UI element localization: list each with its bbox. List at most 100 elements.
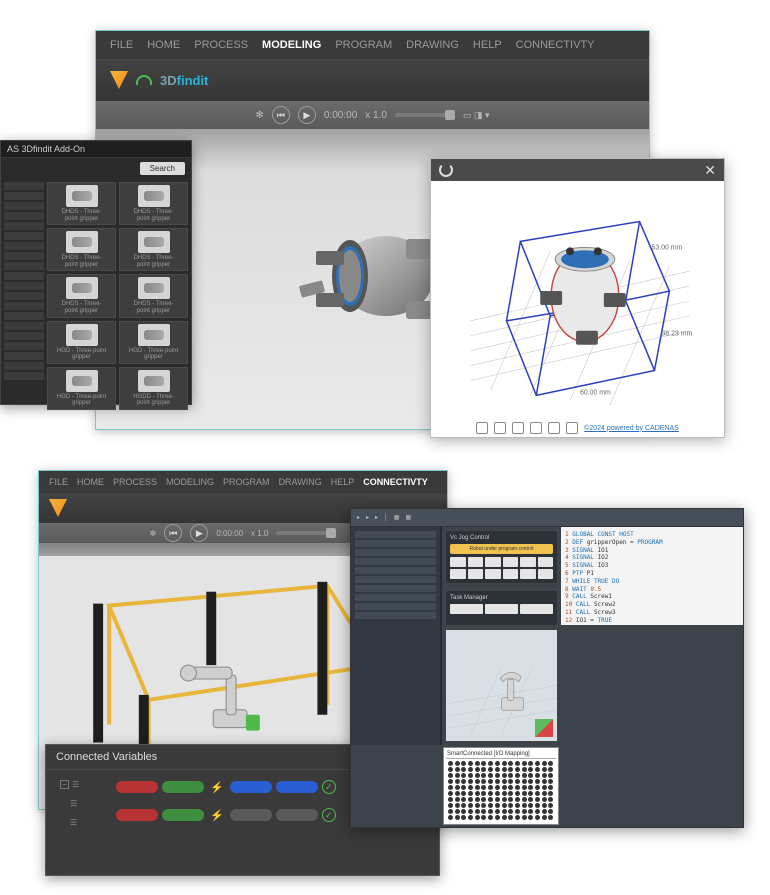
io-bit[interactable] bbox=[502, 779, 507, 784]
menu-help[interactable]: HELP bbox=[473, 39, 502, 51]
io-bit[interactable] bbox=[488, 815, 493, 820]
io-bit[interactable] bbox=[528, 773, 533, 778]
io-bit[interactable] bbox=[455, 815, 460, 820]
io-bit[interactable] bbox=[495, 767, 500, 772]
menu-file[interactable]: FILE bbox=[110, 39, 133, 51]
io-bit[interactable] bbox=[461, 767, 466, 772]
io-bit[interactable] bbox=[481, 803, 486, 808]
io-bit[interactable] bbox=[548, 761, 553, 766]
io-bit[interactable] bbox=[535, 767, 540, 772]
cadenas-credit[interactable]: ©2024 powered by CADENAS bbox=[584, 425, 679, 432]
refresh-icon[interactable] bbox=[439, 163, 453, 177]
io-bit[interactable] bbox=[468, 815, 473, 820]
io-bit[interactable] bbox=[542, 803, 547, 808]
timeline-slider[interactable] bbox=[395, 113, 455, 117]
io-bit[interactable] bbox=[508, 773, 513, 778]
io-bit[interactable] bbox=[548, 797, 553, 802]
addon-item[interactable]: HGD - Three-pointgripper bbox=[47, 321, 116, 364]
io-bit[interactable] bbox=[468, 809, 473, 814]
menu-modeling[interactable]: MODELING bbox=[166, 477, 214, 487]
io-bit[interactable] bbox=[481, 767, 486, 772]
gripper-3d-render[interactable] bbox=[276, 221, 456, 341]
menu-file[interactable]: FILE bbox=[49, 477, 68, 487]
menu-home[interactable]: HOME bbox=[147, 39, 180, 51]
view-icons[interactable]: ▭ ◨ ▾ bbox=[463, 110, 490, 121]
io-bit[interactable] bbox=[502, 791, 507, 796]
ide-explorer[interactable] bbox=[351, 527, 441, 745]
close-icon[interactable]: ✕ bbox=[704, 162, 716, 179]
rewind-icon[interactable]: ⏮ bbox=[164, 524, 182, 542]
io-bit[interactable] bbox=[475, 797, 480, 802]
variable-pill[interactable] bbox=[116, 781, 158, 793]
jog-button[interactable] bbox=[520, 569, 536, 579]
io-bit[interactable] bbox=[475, 761, 480, 766]
io-bit[interactable] bbox=[455, 785, 460, 790]
io-bit[interactable] bbox=[468, 785, 473, 790]
io-bit[interactable] bbox=[522, 809, 527, 814]
io-bit[interactable] bbox=[461, 761, 466, 766]
jog-button[interactable] bbox=[450, 557, 466, 567]
rewind-icon[interactable]: ⏮ bbox=[272, 106, 290, 124]
variable-pill[interactable] bbox=[276, 809, 318, 821]
io-bit[interactable] bbox=[481, 797, 486, 802]
io-bit[interactable] bbox=[448, 797, 453, 802]
io-bit[interactable] bbox=[535, 773, 540, 778]
io-bit[interactable] bbox=[535, 785, 540, 790]
addon-item[interactable]: HGD - Three-pointgripper bbox=[47, 367, 116, 410]
cad-tool-icon[interactable] bbox=[548, 422, 560, 434]
io-bit[interactable] bbox=[515, 815, 520, 820]
io-bit[interactable] bbox=[468, 761, 473, 766]
io-bit[interactable] bbox=[488, 803, 493, 808]
axis-cube-icon[interactable] bbox=[535, 719, 553, 737]
io-bit[interactable] bbox=[481, 773, 486, 778]
io-bit[interactable] bbox=[502, 815, 507, 820]
play-icon[interactable]: ▶ bbox=[298, 106, 316, 124]
io-bit[interactable] bbox=[455, 761, 460, 766]
io-bit[interactable] bbox=[502, 761, 507, 766]
io-bit[interactable] bbox=[455, 767, 460, 772]
io-bit[interactable] bbox=[508, 779, 513, 784]
io-bit[interactable] bbox=[522, 767, 527, 772]
cad-tool-icon[interactable] bbox=[566, 422, 578, 434]
io-bit[interactable] bbox=[468, 803, 473, 808]
io-bit[interactable] bbox=[448, 791, 453, 796]
io-bit[interactable] bbox=[468, 779, 473, 784]
io-bit[interactable] bbox=[515, 779, 520, 784]
menu-modeling[interactable]: MODELING bbox=[262, 39, 321, 51]
io-bit[interactable] bbox=[448, 761, 453, 766]
task-button[interactable] bbox=[485, 604, 518, 614]
io-bit[interactable] bbox=[508, 815, 513, 820]
io-bit[interactable] bbox=[461, 815, 466, 820]
io-bit[interactable] bbox=[542, 761, 547, 766]
io-bit[interactable] bbox=[468, 791, 473, 796]
menu-program[interactable]: PROGRAM bbox=[335, 39, 392, 51]
jog-button[interactable] bbox=[468, 569, 484, 579]
io-bit[interactable] bbox=[522, 779, 527, 784]
io-bit[interactable] bbox=[495, 761, 500, 766]
jog-button[interactable] bbox=[468, 557, 484, 567]
io-mapping-panel[interactable]: SmartConnected [I/O Mapping] bbox=[443, 747, 559, 825]
variable-pill[interactable] bbox=[162, 781, 204, 793]
addon-item[interactable]: DHDS - Three-point gripper bbox=[119, 274, 188, 317]
io-bit[interactable] bbox=[515, 797, 520, 802]
io-bit[interactable] bbox=[522, 815, 527, 820]
gear-icon[interactable]: ✻ bbox=[256, 110, 264, 121]
io-bit[interactable] bbox=[542, 791, 547, 796]
io-bit[interactable] bbox=[508, 809, 513, 814]
io-bit[interactable] bbox=[528, 785, 533, 790]
io-bit[interactable] bbox=[495, 809, 500, 814]
cad-tool-icon[interactable] bbox=[530, 422, 542, 434]
ide-menubar[interactable]: ▸▸▸│▦▦ bbox=[351, 509, 743, 527]
io-bit[interactable] bbox=[475, 791, 480, 796]
cad-preview-viewport[interactable]: 53.00 mm 38.23 mm 60.00 mm bbox=[431, 181, 724, 417]
io-bit[interactable] bbox=[528, 761, 533, 766]
io-bit[interactable] bbox=[515, 803, 520, 808]
io-bit[interactable] bbox=[522, 761, 527, 766]
io-bit[interactable] bbox=[542, 767, 547, 772]
io-bit[interactable] bbox=[508, 767, 513, 772]
io-bit[interactable] bbox=[468, 797, 473, 802]
io-bit[interactable] bbox=[495, 815, 500, 820]
ide-3d-viewport[interactable] bbox=[445, 629, 558, 742]
io-bit[interactable] bbox=[508, 785, 513, 790]
addon-category-list[interactable] bbox=[4, 182, 44, 410]
